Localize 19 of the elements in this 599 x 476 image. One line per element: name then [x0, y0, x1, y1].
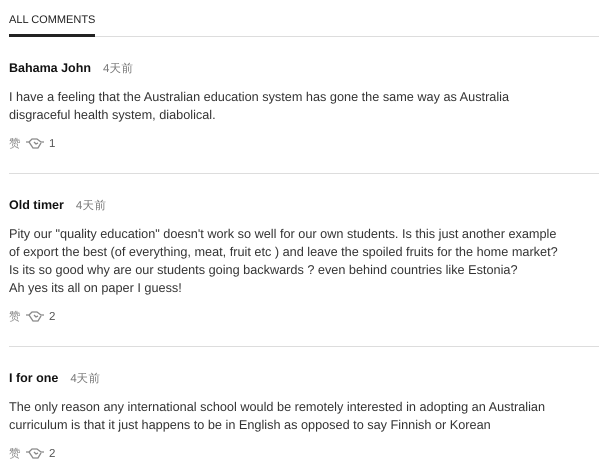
like-link[interactable]: 赞 — [9, 309, 21, 324]
comment-text: Pity our "quality education" doesn't work so well for our own students. Is this just another example of export the best (of everything, meat, fruit etc ) and leave the spoiled fruits for the home market? Is its so good why are our students going backwards ? even behind countries like Estonia? Ah yes its all on paper I guess! — [9, 226, 559, 297]
handshake-icon[interactable] — [25, 310, 45, 322]
like-link[interactable]: 赞 — [9, 136, 21, 151]
like-count: 1 — [49, 138, 56, 150]
like-link[interactable]: 赞 — [9, 446, 21, 461]
handshake-icon[interactable] — [25, 138, 45, 150]
handshake-icon[interactable] — [25, 448, 45, 460]
like-count: 2 — [49, 310, 56, 322]
comment-time: 4天前 — [102, 62, 134, 76]
comment-author: Old timer — [9, 198, 64, 212]
comment-text: I have a feeling that the Australian education system has gone the same way as Australia disgraceful health system, diabolical. — [9, 89, 510, 124]
comment-time: 4天前 — [76, 198, 106, 213]
comment-author: Bahama John — [9, 61, 91, 75]
comments-tab[interactable]: ALL COMMENTS — [9, 12, 96, 37]
comment-author: I for one — [9, 371, 58, 385]
like-count: 2 — [49, 448, 56, 460]
comment-text: The only reason any international school would be remotely interested in adopting an Australian curriculum is that it just happens to be in English as opposed to say Finnish or Korean — [9, 399, 546, 434]
comment-time: 4天前 — [70, 372, 101, 386]
